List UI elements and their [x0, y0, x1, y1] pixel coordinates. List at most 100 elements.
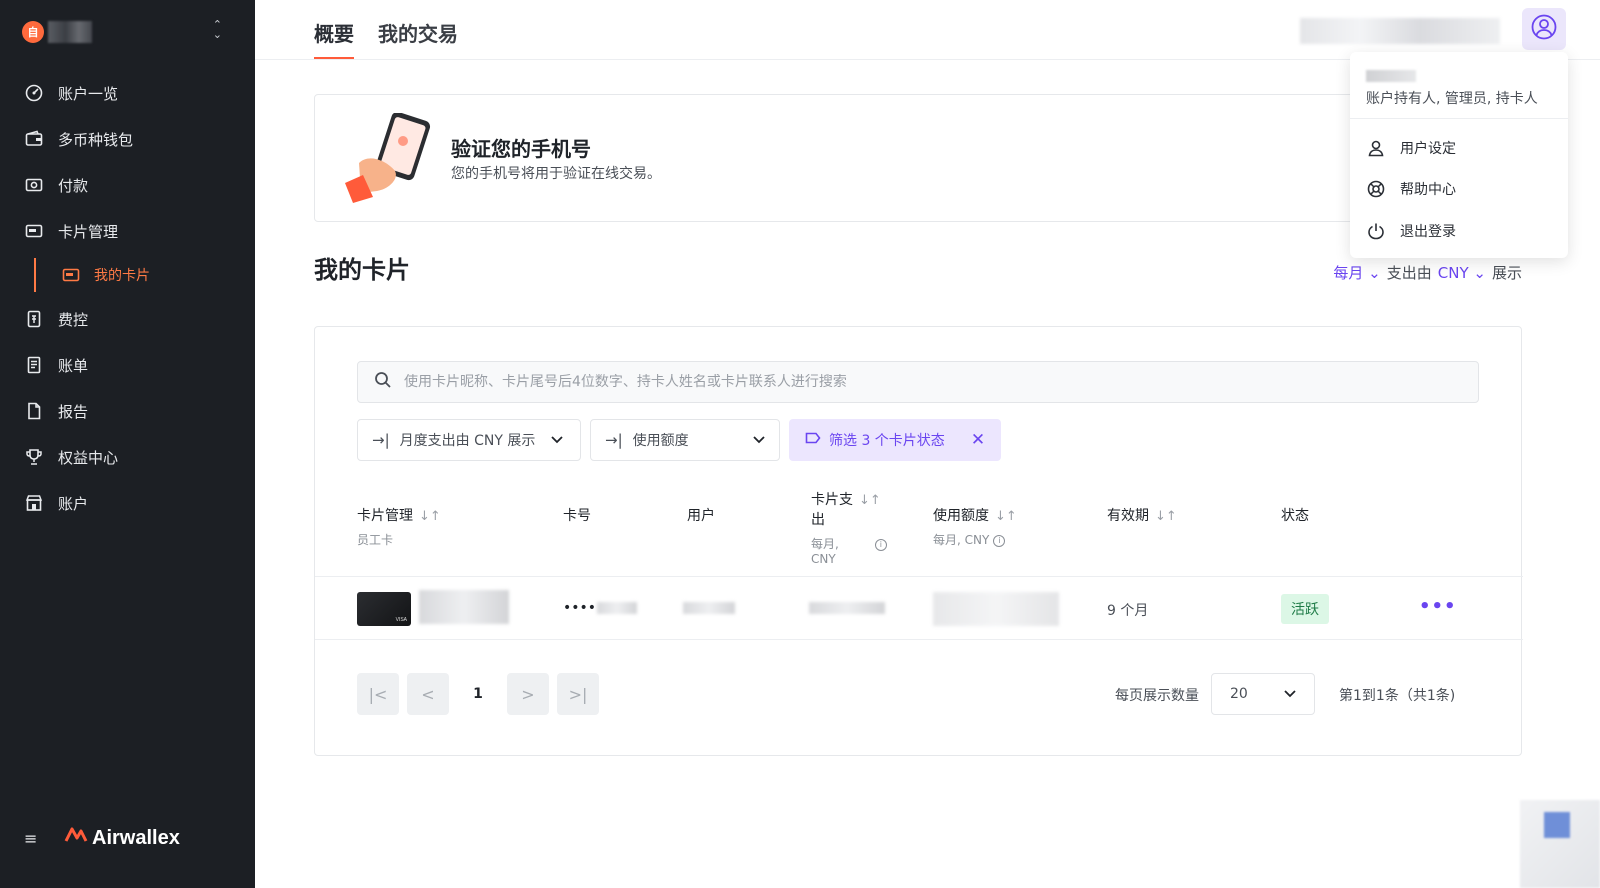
card-search-box[interactable] — [357, 361, 1479, 403]
my-cards-title: 我的卡片 — [314, 256, 410, 284]
user-menu-dropdown: 账户持有人, 管理员, 持卡人 用户设定 帮助中心 退出登录 — [1350, 52, 1568, 258]
sidebar-item-card-management[interactable]: 卡片管理 — [0, 208, 255, 254]
period-value: 每月 — [1333, 264, 1364, 282]
sidebar-item-bill[interactable]: 账单 — [0, 342, 255, 388]
sidebar-item-label: 多币种钱包 — [58, 130, 134, 149]
menu-icon[interactable]: ≡ — [24, 829, 42, 848]
user-avatar-button[interactable] — [1522, 8, 1566, 50]
col-usage-limit[interactable]: 使用额度 ↓↑ 每月, CNY i — [933, 505, 1017, 548]
help-icon — [1366, 179, 1386, 199]
spend-filter-select[interactable]: →| 月度支出由 CNY 展示 — [357, 419, 581, 461]
sort-icon[interactable]: ↓↑ — [859, 493, 881, 508]
menu-item-logout[interactable]: 退出登录 — [1366, 219, 1456, 243]
arrow-to-line-icon: →| — [372, 431, 390, 449]
sidebar-item-label: 账单 — [58, 356, 89, 375]
dashboard-icon — [24, 83, 44, 103]
col-sub-label: 员工卡 — [357, 533, 394, 547]
period-select[interactable]: 每月 ⌄ — [1333, 262, 1380, 283]
sort-icon[interactable]: ↓↑ — [995, 509, 1017, 524]
org-name-redacted — [48, 21, 92, 43]
sidebar-item-label: 账户 — [58, 494, 89, 513]
sidebar-item-rewards[interactable]: 权益中心 — [0, 434, 255, 480]
limit-filter-label: 使用额度 — [632, 433, 689, 449]
card-number-mask: •••• — [563, 600, 597, 616]
col-card-management[interactable]: 卡片管理 ↓↑ 员工卡 — [357, 505, 441, 548]
menu-item-user-settings[interactable]: 用户设定 — [1366, 136, 1456, 160]
menu-divider — [1350, 118, 1568, 119]
sidebar-item-label: 权益中心 — [58, 448, 119, 467]
pagination: |< < 1 > >| — [357, 673, 599, 715]
expense-icon — [24, 309, 44, 329]
col-label-cont: 出 — [811, 512, 825, 528]
sidebar-item-expense[interactable]: 费控 — [0, 296, 255, 342]
expiry-value: 9 个月 — [1107, 603, 1149, 619]
tab-my-transactions[interactable]: 我的交易 — [378, 0, 458, 60]
current-page[interactable]: 1 — [457, 686, 499, 702]
status-filter-tag[interactable]: 筛选 3 个卡片状态 ✕ — [789, 419, 1002, 461]
sort-icon[interactable]: ↓↑ — [419, 509, 441, 524]
spend-label: 支出由 — [1386, 264, 1432, 282]
sidebar-item-payment[interactable]: 付款 — [0, 162, 255, 208]
bill-icon — [24, 355, 44, 375]
table-row[interactable]: VISA •••• 9 个月 活跃 ••• — [315, 578, 1523, 640]
sidebar: 自 ⌃ ⌄ 账户一览 多币种钱包 付款 卡片管理 我的卡片 费控 账单 报告 权… — [0, 0, 255, 888]
info-icon[interactable]: i — [993, 534, 1006, 547]
sidebar-item-overview[interactable]: 账户一览 — [0, 70, 255, 116]
col-expiry[interactable]: 有效期 ↓↑ — [1107, 505, 1177, 525]
first-page-icon[interactable]: |< — [357, 673, 399, 715]
col-card-spend[interactable]: 卡片支 ↓↑ 出 每月, i CNY — [811, 489, 891, 566]
sidebar-item-wallet[interactable]: 多币种钱包 — [0, 116, 255, 162]
status-badge: 活跃 — [1281, 594, 1329, 624]
phone-in-hand-illustration — [339, 111, 439, 205]
close-icon[interactable]: ✕ — [971, 430, 985, 450]
sidebar-item-my-cards[interactable]: 我的卡片 — [0, 254, 255, 296]
search-input[interactable] — [404, 374, 1304, 390]
chat-widget-redacted[interactable] — [1520, 800, 1600, 888]
sidebar-item-label: 卡片管理 — [58, 222, 119, 241]
tab-overview[interactable]: 概要 — [314, 0, 354, 60]
sidebar-item-label: 付款 — [58, 176, 89, 195]
last-page-icon[interactable]: >| — [557, 673, 599, 715]
col-sub-line: CNY — [811, 552, 836, 566]
sidebar-nav: 账户一览 多币种钱包 付款 卡片管理 我的卡片 费控 账单 报告 权益中心 账户 — [0, 70, 255, 526]
prev-page-icon[interactable]: < — [407, 673, 449, 715]
org-switcher[interactable]: 自 ⌃ ⌄ — [22, 18, 232, 46]
user-roles: 账户持有人, 管理员, 持卡人 — [1366, 91, 1538, 107]
user-name-redacted — [683, 602, 735, 614]
more-options-icon[interactable]: ••• — [1419, 596, 1457, 617]
chevron-down-icon: ⌄ — [1473, 263, 1486, 282]
sidebar-item-label: 报告 — [58, 402, 89, 421]
limit-filter-select[interactable]: →| 使用额度 — [590, 419, 780, 461]
col-status: 状态 — [1281, 508, 1309, 524]
verify-title: 验证您的手机号 — [451, 137, 591, 161]
menu-item-help-center[interactable]: 帮助中心 — [1366, 177, 1456, 201]
next-page-icon[interactable]: > — [507, 673, 549, 715]
sidebar-item-label: 费控 — [58, 310, 89, 329]
currency-select[interactable]: CNY ⌄ — [1438, 264, 1486, 282]
col-sub-label: 每月, i CNY — [811, 535, 891, 566]
sort-icon[interactable]: ↓↑ — [1155, 509, 1177, 524]
sidebar-item-account[interactable]: 账户 — [0, 480, 255, 526]
info-icon[interactable]: i — [874, 538, 887, 551]
card-icon — [62, 266, 80, 284]
card-brand: VISA — [395, 617, 407, 623]
per-page-select[interactable]: 20 — [1211, 673, 1315, 715]
verify-description: 您的手机号将用于验证在线交易。 — [451, 166, 661, 182]
sidebar-item-report[interactable]: 报告 — [0, 388, 255, 434]
currency-value: CNY — [1437, 263, 1469, 282]
arrow-to-line-icon: →| — [605, 431, 623, 449]
chevron-down-icon — [551, 432, 563, 448]
col-user: 用户 — [687, 508, 715, 524]
power-icon — [1366, 221, 1386, 241]
card-nickname-redacted — [419, 590, 509, 624]
payment-icon — [24, 175, 44, 195]
chevron-down-icon — [753, 432, 765, 448]
chevron-down-icon: ⌄ — [1368, 264, 1381, 282]
chevron-up-down-icon[interactable]: ⌃ ⌄ — [213, 19, 222, 40]
user-name-redacted — [1300, 18, 1500, 44]
col-label: 有效期 — [1107, 508, 1149, 524]
user-name-redacted — [1366, 70, 1416, 82]
filter-bar: →| 月度支出由 CNY 展示 →| 使用额度 筛选 3 个卡片状态 ✕ — [357, 419, 1002, 461]
chevron-down-icon — [1284, 686, 1296, 702]
col-label: 卡片支 — [811, 492, 853, 508]
